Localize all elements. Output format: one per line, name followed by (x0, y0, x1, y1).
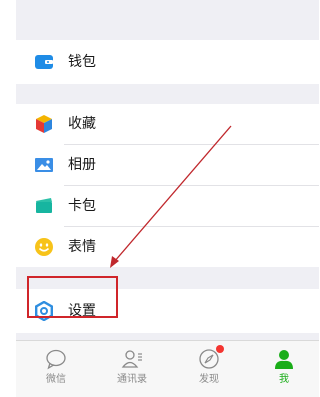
annotation-arrow (110, 125, 232, 268)
